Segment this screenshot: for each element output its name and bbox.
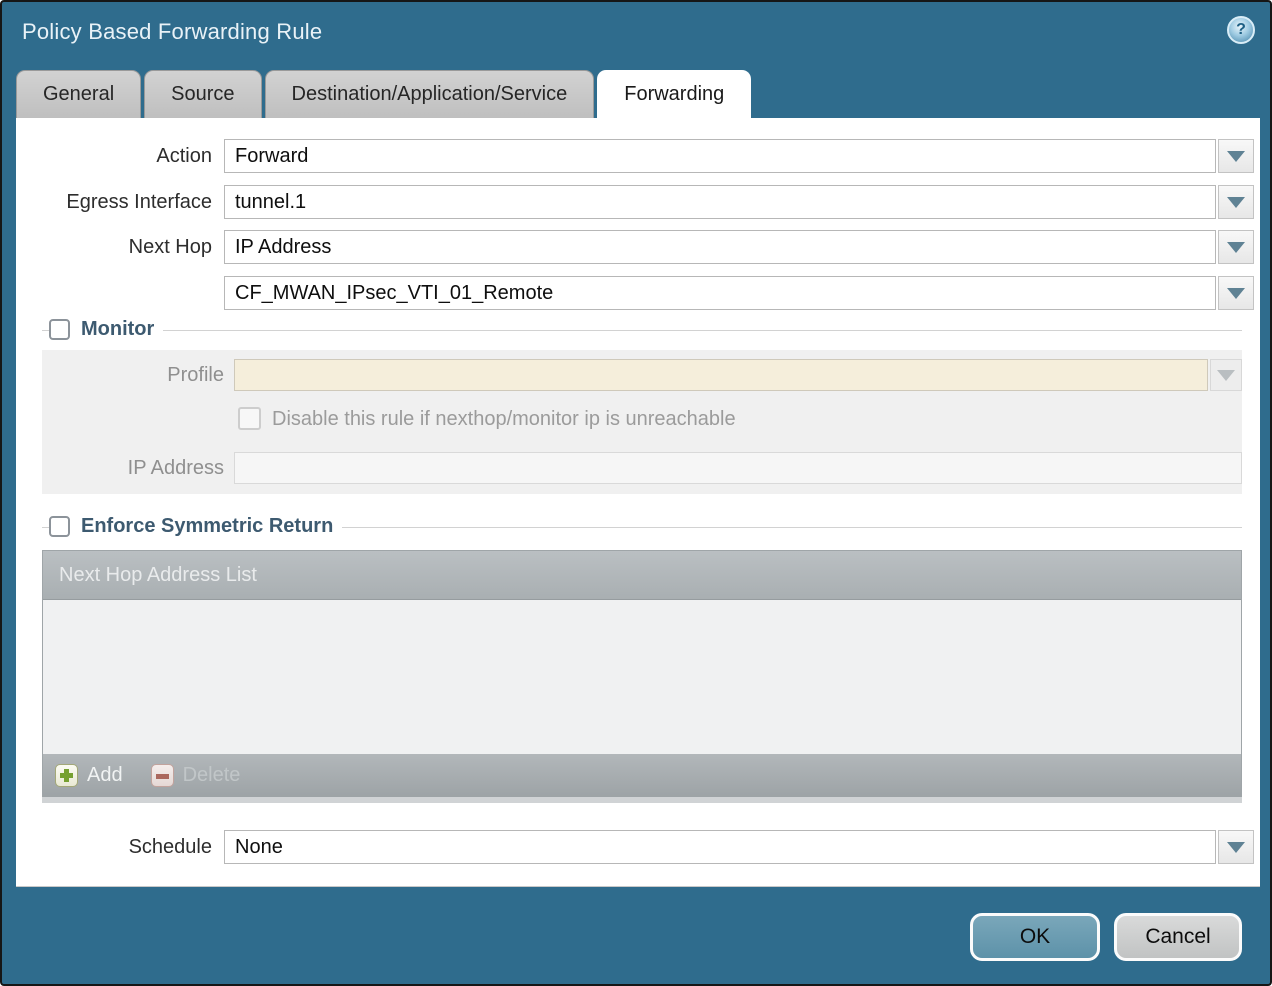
table-header-next-hop-address-list: Next Hop Address List [43, 551, 1241, 600]
profile-input [234, 359, 1208, 391]
next-hop-address-dropdown-button[interactable] [1218, 276, 1254, 310]
enforce-symmetric-return-label: Enforce Symmetric Return [81, 515, 333, 538]
next-hop-label: Next Hop [16, 230, 212, 264]
tab-bar: General Source Destination/Application/S… [16, 70, 751, 118]
tab-source[interactable]: Source [144, 70, 261, 118]
egress-interface-input[interactable] [224, 185, 1216, 219]
chevron-down-icon [1227, 197, 1245, 208]
monitor-ip-address-input [234, 452, 1242, 484]
tab-forwarding[interactable]: Forwarding [597, 70, 751, 118]
schedule-input[interactable] [224, 830, 1216, 864]
tab-destination-application-service[interactable]: Destination/Application/Service [265, 70, 595, 118]
chevron-down-icon [1227, 288, 1245, 299]
next-hop-address-row [16, 276, 1260, 310]
egress-interface-label: Egress Interface [16, 185, 212, 219]
schedule-dropdown-button[interactable] [1218, 830, 1254, 864]
esr-legend: Enforce Symmetric Return [49, 515, 342, 538]
delete-button: Delete [151, 764, 241, 787]
action-row: Action [16, 139, 1260, 173]
monitor-ip-address-label: IP Address [42, 452, 224, 484]
action-dropdown-button[interactable] [1218, 139, 1254, 173]
disable-rule-label: Disable this rule if nexthop/monitor ip … [272, 408, 736, 431]
action-label: Action [16, 139, 212, 173]
dialog-title: Policy Based Forwarding Rule [22, 19, 322, 45]
tab-general[interactable]: General [16, 70, 141, 118]
delete-minus-icon [151, 764, 174, 787]
ok-button[interactable]: OK [970, 913, 1100, 961]
monitor-panel: Profile Disable this rule if nexthop/mon… [42, 350, 1242, 494]
next-hop-type-input[interactable] [224, 230, 1216, 264]
next-hop-address-input[interactable] [224, 276, 1216, 310]
add-button[interactable]: Add [55, 764, 123, 787]
table-body[interactable] [43, 600, 1241, 754]
next-hop-type-dropdown-button[interactable] [1218, 230, 1254, 264]
schedule-label: Schedule [16, 830, 212, 864]
chevron-down-icon [1227, 151, 1245, 162]
chevron-down-icon [1217, 370, 1235, 381]
chevron-down-icon [1227, 242, 1245, 253]
egress-interface-dropdown-button[interactable] [1218, 185, 1254, 219]
schedule-row: Schedule [16, 830, 1260, 864]
action-input[interactable] [224, 139, 1216, 173]
monitor-label: Monitor [81, 318, 154, 341]
add-button-label: Add [87, 764, 123, 787]
help-icon[interactable]: ? [1227, 16, 1255, 44]
monitor-fieldset-line [42, 330, 1242, 331]
pbf-rule-dialog: Policy Based Forwarding Rule ? General S… [0, 0, 1272, 986]
profile-dropdown-button [1210, 359, 1242, 391]
monitor-legend: Monitor [49, 318, 163, 341]
profile-label: Profile [42, 359, 224, 391]
monitor-checkbox[interactable] [49, 319, 70, 340]
next-hop-address-table: Next Hop Address List Add Delete [42, 550, 1242, 797]
table-footer: Add Delete [43, 754, 1241, 797]
next-hop-row: Next Hop [16, 230, 1260, 264]
chevron-down-icon [1227, 842, 1245, 853]
enforce-symmetric-return-checkbox[interactable] [49, 516, 70, 537]
content-panel: Action Egress Interface Next Hop [16, 118, 1260, 887]
delete-button-label: Delete [183, 764, 241, 787]
disable-rule-checkbox [238, 407, 261, 430]
cancel-button[interactable]: Cancel [1114, 913, 1242, 961]
egress-interface-row: Egress Interface [16, 185, 1260, 219]
add-plus-icon [55, 764, 78, 787]
